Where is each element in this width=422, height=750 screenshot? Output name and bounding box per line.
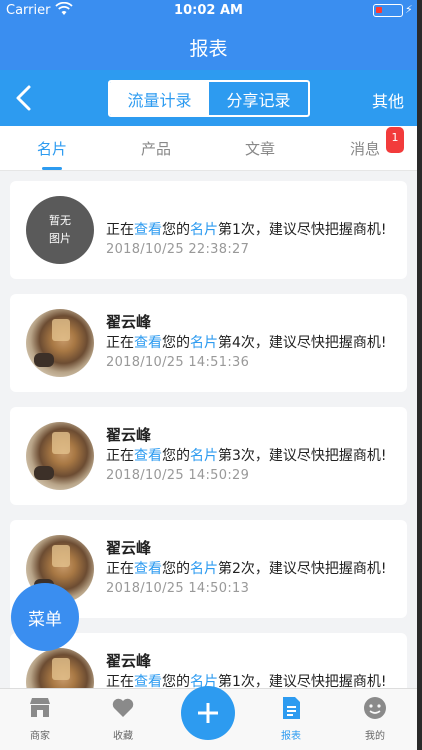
avatar-placeholder-line: 图片 <box>49 232 71 245</box>
tabbar-label: 我的 <box>365 731 385 742</box>
record-time: 2018/10/25 22:38:27 <box>106 242 250 257</box>
app-screen: Carrier 10:02 AM ⚡ 报表 流量计录 分享记录 其他 名片 产品… <box>0 0 417 750</box>
segment-traffic-records[interactable]: 流量计录 <box>110 82 209 115</box>
record-time: 2018/10/25 14:51:36 <box>106 355 250 370</box>
segment-share-records[interactable]: 分享记录 <box>209 82 308 115</box>
record-time: 2018/10/25 14:50:13 <box>106 581 250 596</box>
tabbar-item-profile[interactable]: 我的 <box>345 695 405 742</box>
battery-icon <box>373 4 403 17</box>
message-badge: 1 <box>386 127 404 153</box>
tabbar-label: 商家 <box>30 731 50 742</box>
segmented-control: 流量计录 分享记录 <box>108 80 310 117</box>
other-button[interactable]: 其他 <box>372 88 404 112</box>
page-title: 报表 <box>189 38 228 60</box>
back-arrow-icon[interactable] <box>12 84 36 112</box>
active-tab-indicator <box>42 167 62 170</box>
visitor-name: 翟云峰 <box>106 539 152 557</box>
plus-icon <box>198 703 218 723</box>
charging-icon: ⚡ <box>405 3 413 16</box>
list-item[interactable]: 翟云峰 正在查看您的名片第3次，建议尽快把握商机! 2018/10/25 14:… <box>10 407 407 505</box>
record-message: 正在查看您的名片第1次，建议尽快把握商机! <box>106 674 387 688</box>
tabbar-item-store[interactable]: 商家 <box>10 695 70 742</box>
record-time: 2018/10/25 14:50:29 <box>106 468 250 483</box>
store-icon <box>30 698 50 717</box>
avatar <box>26 422 94 490</box>
avatar-placeholder: 暂无 图片 <box>26 196 94 264</box>
add-button[interactable] <box>181 686 235 740</box>
menu-button[interactable]: 菜单 <box>11 583 79 651</box>
record-message: 正在查看您的名片第1次，建议尽快把握商机! <box>106 222 387 238</box>
tab-card[interactable]: 名片 <box>37 138 67 159</box>
tab-article[interactable]: 文章 <box>245 138 275 159</box>
avatar-placeholder-line: 暂无 <box>49 214 71 227</box>
avatar <box>26 648 94 688</box>
status-time: 10:02 AM <box>174 3 243 18</box>
record-message: 正在查看您的名片第3次，建议尽快把握商机! <box>106 448 387 464</box>
heart-icon <box>112 698 134 717</box>
list-item[interactable]: 暂无 图片 正在查看您的名片第1次，建议尽快把握商机! 2018/10/25 2… <box>10 181 407 279</box>
profile-icon <box>364 697 386 719</box>
category-tabs: 名片 产品 文章 消息 <box>0 126 417 171</box>
tabbar-label: 收藏 <box>113 731 133 742</box>
tabbar-item-report[interactable]: 报表 <box>261 695 321 742</box>
avatar <box>26 309 94 377</box>
tabbar-item-favorites[interactable]: 收藏 <box>93 695 153 742</box>
status-bar: Carrier 10:02 AM ⚡ <box>0 0 417 22</box>
tabbar-label: 报表 <box>281 731 301 742</box>
list-item[interactable]: 翟云峰 正在查看您的名片第4次，建议尽快把握商机! 2018/10/25 14:… <box>10 294 407 392</box>
report-icon <box>283 697 300 719</box>
record-message: 正在查看您的名片第2次，建议尽快把握商机! <box>106 561 387 577</box>
sub-nav: 流量计录 分享记录 其他 <box>0 70 417 126</box>
visitor-name: 翟云峰 <box>106 652 152 670</box>
nav-bar: 报表 <box>0 22 417 70</box>
visitor-name: 翟云峰 <box>106 426 152 444</box>
tab-product[interactable]: 产品 <box>141 138 171 159</box>
visitor-name: 翟云峰 <box>106 313 152 331</box>
list-item[interactable]: 翟云峰 正在查看您的名片第1次，建议尽快把握商机! <box>10 633 407 688</box>
tab-message[interactable]: 消息 <box>350 138 380 159</box>
record-message: 正在查看您的名片第4次，建议尽快把握商机! <box>106 335 387 351</box>
